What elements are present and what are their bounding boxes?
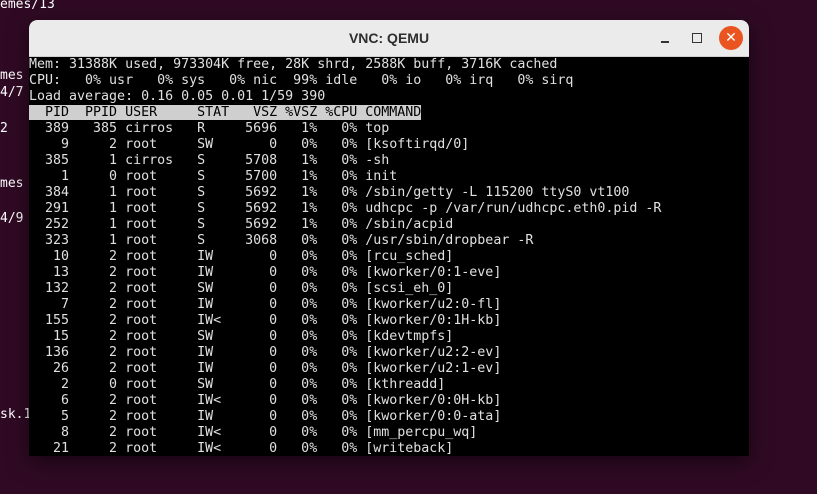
- process-row: 7 2 root IW 0 0% 0% [kworker/u2:0-fl]: [29, 297, 502, 312]
- process-row: 136 2 root IW 0 0% 0% [kworker/u2:2-ev]: [29, 345, 502, 360]
- top-output: Mem: 31388K used, 973304K free, 28K shrd…: [29, 57, 749, 456]
- cpu-summary: CPU: 0% usr 0% sys 0% nic 99% idle 0% io…: [29, 73, 574, 88]
- process-row: 6 2 root IW< 0 0% 0% [kworker/0:0H-kb]: [29, 393, 502, 408]
- load-average: Load average: 0.16 0.05 0.01 1/59 390: [29, 89, 326, 104]
- maximize-icon: [692, 33, 702, 43]
- process-row: 15 2 root SW 0 0% 0% [kdevtmpfs]: [29, 329, 454, 344]
- background-terminal-line: 2: [0, 121, 8, 136]
- background-terminal-line: mes: [0, 68, 24, 83]
- process-row: 8 2 root IW< 0 0% 0% [mm_percpu_wq]: [29, 425, 478, 440]
- process-row: 2 0 root SW 0 0% 0% [kthreadd]: [29, 377, 446, 392]
- process-row: 384 1 root S 5692 1% 0% /sbin/getty -L 1…: [29, 185, 630, 200]
- process-row: 132 2 root SW 0 0% 0% [scsi_eh_0]: [29, 281, 454, 296]
- process-row: 13 2 root IW 0 0% 0% [kworker/0:1-eve]: [29, 265, 502, 280]
- process-row: 1 0 root S 5700 1% 0% init: [29, 169, 398, 184]
- background-terminal-line: emes/13: [0, 0, 55, 12]
- process-row: 9 2 root SW 0 0% 0% [ksoftirqd/0]: [29, 137, 470, 152]
- close-button[interactable]: ✕: [719, 26, 743, 50]
- background-terminal-line: sk.1: [0, 407, 32, 422]
- minimize-button[interactable]: [653, 26, 677, 50]
- process-row: 323 1 root S 3068 0% 0% /usr/sbin/dropbe…: [29, 233, 534, 248]
- process-row: 389 385 cirros R 5696 1% 0% top: [29, 121, 390, 136]
- process-row: 5 2 root IW 0 0% 0% [kworker/0:0-ata]: [29, 409, 502, 424]
- process-row: 10 2 root IW 0 0% 0% [rcu_sched]: [29, 249, 454, 264]
- maximize-button[interactable]: [685, 26, 709, 50]
- background-terminal-line: mes: [0, 176, 24, 191]
- background-terminal-line: 4/7: [0, 85, 24, 100]
- process-row: 291 1 root S 5692 1% 0% udhcpc -p /var/r…: [29, 201, 662, 216]
- vnc-window[interactable]: VNC: QEMU ✕ Mem: 31388K used, 973304K fr…: [29, 20, 749, 456]
- close-icon: ✕: [725, 30, 737, 46]
- window-titlebar[interactable]: VNC: QEMU ✕: [29, 20, 749, 57]
- process-row: 155 2 root IW< 0 0% 0% [kworker/0:1H-kb]: [29, 313, 502, 328]
- vnc-screen[interactable]: Mem: 31388K used, 973304K free, 28K shrd…: [29, 57, 749, 456]
- window-title: VNC: QEMU: [348, 30, 430, 46]
- process-row: 252 1 root S 5692 1% 0% /sbin/acpid: [29, 217, 454, 232]
- process-row: 385 1 cirros S 5708 1% 0% -sh: [29, 153, 390, 168]
- process-row: 26 2 root IW 0 0% 0% [kworker/u2:1-ev]: [29, 361, 502, 376]
- mem-summary: Mem: 31388K used, 973304K free, 28K shrd…: [29, 57, 558, 72]
- minimize-icon: [661, 41, 669, 43]
- process-table-header: PID PPID USER STAT VSZ %VSZ %CPU COMMAND: [29, 105, 422, 120]
- process-row: 21 2 root IW< 0 0% 0% [writeback]: [29, 441, 454, 456]
- background-terminal-line: 4/9: [0, 211, 24, 226]
